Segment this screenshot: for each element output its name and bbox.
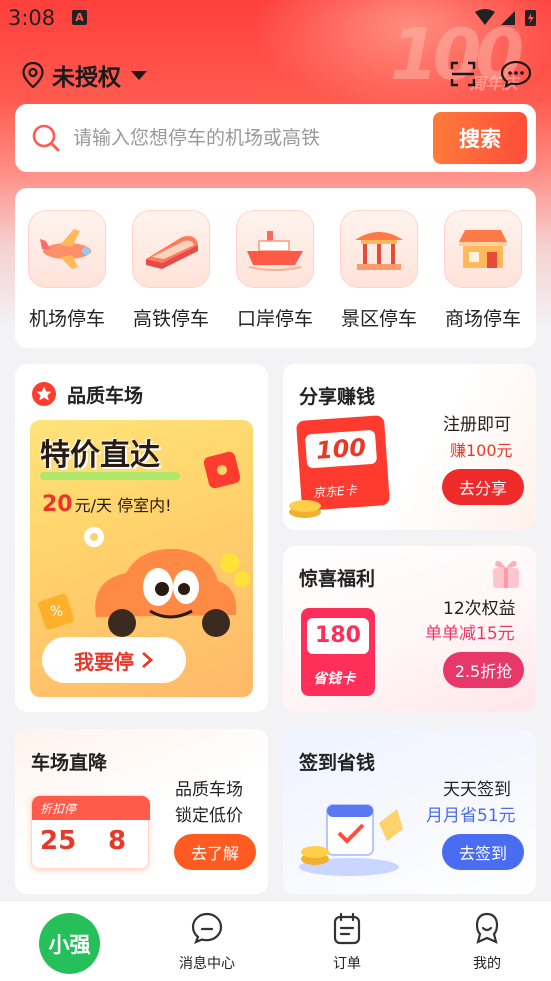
notification-icon: A xyxy=(72,10,87,25)
nav-messages-label: 消息中心 xyxy=(179,956,235,972)
checkin-button[interactable]: 去签到 xyxy=(442,834,524,870)
checkin-card[interactable]: 签到省钱 天天签到 月月省51元 去签到 xyxy=(283,729,536,894)
surprise-line1: 12次权益 xyxy=(443,599,516,619)
location-pin-icon xyxy=(22,62,44,88)
airplane-icon xyxy=(28,210,106,288)
share-button[interactable]: 去分享 xyxy=(442,469,524,505)
chat-icon[interactable] xyxy=(500,60,532,88)
share-earn-card[interactable]: 分享赚钱 100 京东E卡 注册即可 赚100元 去分享 xyxy=(283,364,536,530)
category-label: 机场停车 xyxy=(28,308,105,330)
park-now-button[interactable]: 我要停 xyxy=(42,637,186,683)
grab-discount-button[interactable]: 2.5折抢 xyxy=(443,652,524,688)
ticket-rate: 8 xyxy=(108,826,127,856)
svg-text:%: % xyxy=(50,604,63,620)
red-envelope-icon xyxy=(203,451,241,489)
discount-title: 车场直降 xyxy=(31,752,108,774)
star-badge-icon xyxy=(32,382,56,406)
category-card: 机场停车 高铁停车 口岸停车 景区停车 商场停车 xyxy=(15,188,536,348)
status-time: 3:08 xyxy=(8,6,56,30)
profile-icon xyxy=(475,912,499,944)
status-bar: 3:08 A xyxy=(0,0,551,38)
mall-icon xyxy=(444,210,522,288)
category-port[interactable]: 口岸停车 xyxy=(225,210,325,331)
category-airport[interactable]: 机场停车 xyxy=(17,210,117,331)
checkin-line1: 天天签到 xyxy=(443,780,511,800)
pavilion-icon xyxy=(340,210,418,288)
calendar-icon xyxy=(299,804,403,876)
coins-icon xyxy=(289,500,321,518)
saver-card-graphic: 180 省钱卡 xyxy=(301,608,375,696)
wifi-signal-battery-icon xyxy=(475,9,536,26)
home-tab-button[interactable]: 小强 xyxy=(39,913,100,974)
promo-title: 特价直达 xyxy=(40,438,160,473)
orders-icon xyxy=(333,912,361,945)
category-train[interactable]: 高铁停车 xyxy=(121,210,221,331)
share-line1: 注册即可 xyxy=(443,415,511,435)
status-icons xyxy=(473,8,543,32)
caret-down-icon xyxy=(131,71,147,80)
share-title: 分享赚钱 xyxy=(299,386,376,408)
quality-parking-card[interactable]: 品质车场 特价直达 20 元/天 停室内! % 我要停 xyxy=(15,364,268,712)
surprise-title: 惊喜福利 xyxy=(299,568,376,590)
car-mascot-icon xyxy=(84,527,250,637)
gift-icon xyxy=(493,560,519,588)
search-input[interactable] xyxy=(73,127,403,149)
location-text: 未授权 xyxy=(52,65,121,91)
quality-promo-banner[interactable]: 特价直达 20 元/天 停室内! % 我要停 xyxy=(30,420,253,697)
share-line2: 赚100元 xyxy=(450,441,513,460)
saver-card-label: 省钱卡 xyxy=(313,671,355,687)
park-now-label: 我要停 xyxy=(74,649,134,674)
learn-more-button[interactable]: 去了解 xyxy=(174,834,256,870)
ticket-days: 25 xyxy=(40,826,77,856)
surprise-line2: 单单减15元 xyxy=(425,624,515,644)
category-scenic[interactable]: 景区停车 xyxy=(329,210,429,331)
search-bar: 搜索 xyxy=(15,104,536,172)
promo-unit: 元/天 停室内! xyxy=(74,496,172,515)
scan-icon[interactable] xyxy=(450,61,476,87)
jd-card-value: 100 xyxy=(304,429,378,469)
promo-underline xyxy=(40,472,180,480)
ticket-title: 折扣停 xyxy=(40,802,77,816)
search-button[interactable]: 搜索 xyxy=(433,112,527,164)
ship-icon xyxy=(236,210,314,288)
train-icon xyxy=(132,210,210,288)
category-label: 高铁停车 xyxy=(132,308,209,330)
quality-title: 品质车场 xyxy=(67,385,144,407)
discount-line1: 品质车场 xyxy=(175,780,243,800)
chevron-right-icon xyxy=(142,651,154,669)
category-label: 商场停车 xyxy=(444,308,521,330)
category-label: 口岸停车 xyxy=(236,308,313,330)
discount-line2: 锁定低价 xyxy=(175,806,243,826)
message-center-icon xyxy=(191,912,223,945)
checkin-title: 签到省钱 xyxy=(299,752,376,774)
surprise-benefit-card[interactable]: 惊喜福利 180 省钱卡 12次权益 单单减15元 2.5折抢 xyxy=(283,546,536,712)
nav-messages[interactable]: 消息中心 xyxy=(162,911,252,973)
promo-price-row: 20 元/天 停室内! xyxy=(42,492,172,517)
nav-orders-label: 订单 xyxy=(333,956,361,972)
discount-ticket: 折扣停 25 8 xyxy=(31,795,150,869)
category-mall[interactable]: 商场停车 xyxy=(433,210,533,331)
nav-mine[interactable]: 我的 xyxy=(442,911,532,973)
saver-card-value: 180 xyxy=(307,618,369,654)
location-selector[interactable]: 未授权 xyxy=(22,58,149,92)
checkin-line2: 月月省51元 xyxy=(426,806,516,826)
promo-price: 20 xyxy=(42,492,73,517)
category-label: 景区停车 xyxy=(340,308,417,330)
parking-discount-card[interactable]: 车场直降 折扣停 25 8 品质车场 锁定低价 去了解 xyxy=(15,729,268,894)
nav-mine-label: 我的 xyxy=(473,956,501,972)
search-icon xyxy=(32,124,60,152)
nav-orders[interactable]: 订单 xyxy=(302,911,392,973)
coupon-box-icon: % xyxy=(38,593,74,630)
